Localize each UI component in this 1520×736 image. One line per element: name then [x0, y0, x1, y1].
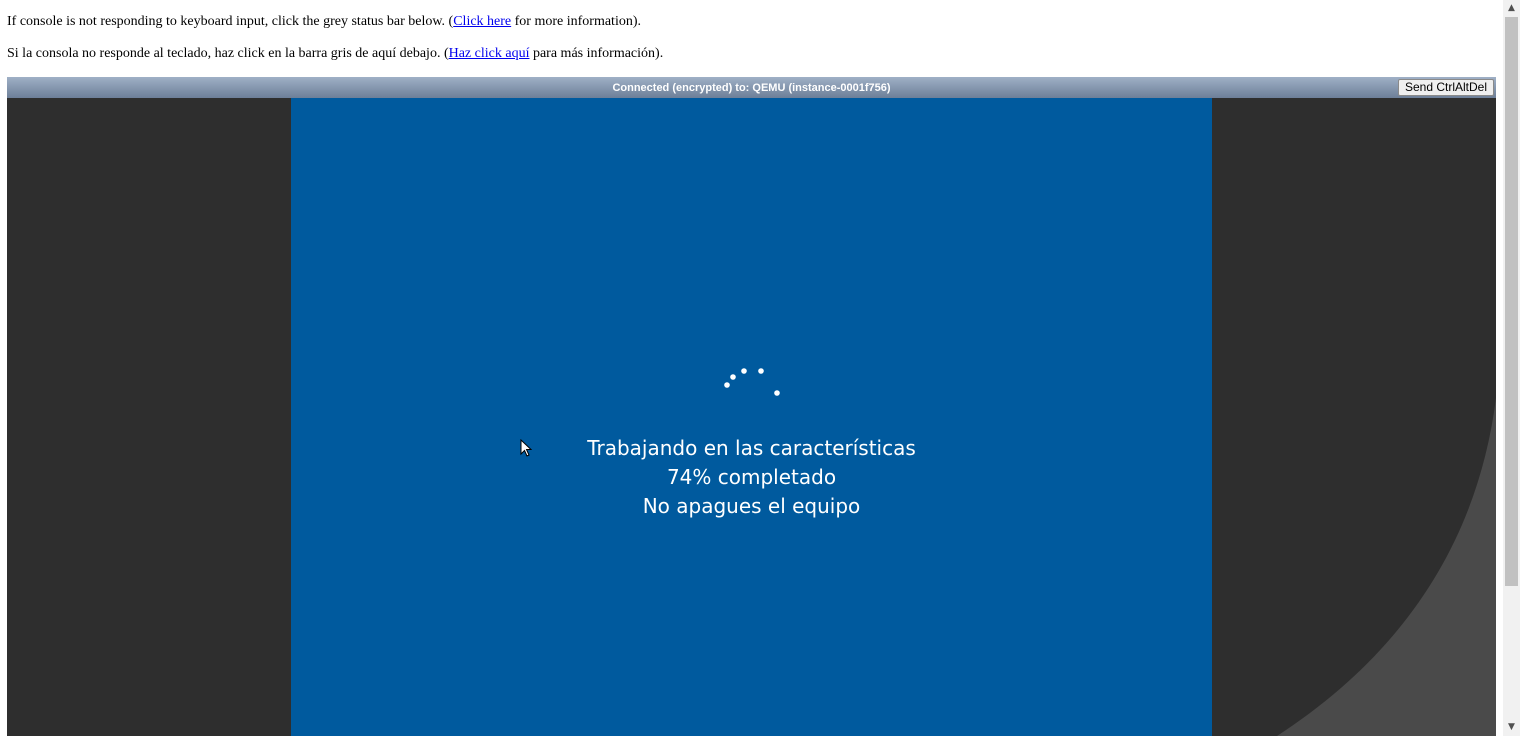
- send-ctrl-alt-del-button[interactable]: Send CtrlAltDel: [1397, 79, 1494, 96]
- loading-dots-icon: [724, 368, 780, 396]
- notice-spanish-suffix: para más información).: [529, 46, 664, 61]
- notice-english-text: If console is not responding to keyboard…: [7, 14, 454, 29]
- scroll-down-arrow-icon[interactable]: ▼: [1503, 719, 1520, 736]
- haz-click-aqui-link[interactable]: Haz click aquí: [449, 46, 530, 61]
- console-notice-english: If console is not responding to keyboard…: [7, 14, 641, 30]
- connection-status-text: Connected (encrypted) to: QEMU (instance…: [612, 82, 891, 94]
- vnc-console[interactable]: Connected (encrypted) to: QEMU (instance…: [7, 77, 1496, 736]
- update-status-message: Trabajando en las características 74% co…: [291, 434, 1212, 521]
- click-here-link[interactable]: Click here: [453, 14, 511, 29]
- update-progress-line: 74% completado: [666, 465, 837, 489]
- mouse-pointer-icon: [520, 439, 533, 457]
- update-status-line: Trabajando en las características: [587, 436, 916, 460]
- page-scrollbar[interactable]: ▲ ▼: [1503, 0, 1520, 736]
- vm-screen[interactable]: Trabajando en las características 74% co…: [291, 98, 1212, 736]
- console-status-bar[interactable]: Connected (encrypted) to: QEMU (instance…: [7, 77, 1496, 98]
- notice-spanish-text: Si la consola no responde al teclado, ha…: [7, 46, 449, 61]
- update-warning-line: No apagues el equipo: [642, 494, 861, 518]
- scrollbar-thumb[interactable]: [1505, 17, 1518, 586]
- console-notice-spanish: Si la consola no responde al teclado, ha…: [7, 46, 663, 62]
- scroll-up-arrow-icon[interactable]: ▲: [1503, 0, 1520, 17]
- notice-english-suffix: for more information).: [511, 14, 641, 29]
